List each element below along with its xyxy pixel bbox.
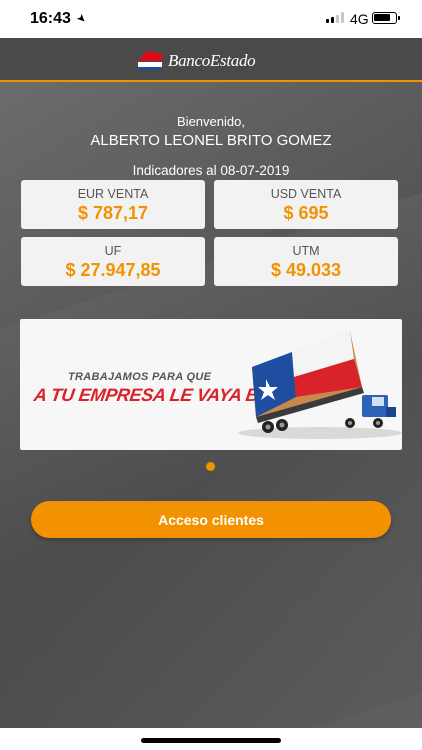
status-time: 16:43 xyxy=(30,10,71,27)
indicator-card-utm: UTM $ 49.033 xyxy=(214,237,398,286)
brand-logo: BancoEstado xyxy=(138,50,256,72)
promo-banner[interactable]: TRABAJAMOS PARA QUE A TU EMPRESA LE VAYA… xyxy=(20,319,402,450)
app-screen: BancoEstado Bienvenido, ALBERTO LEONEL B… xyxy=(0,38,422,728)
indicator-label: UTM xyxy=(292,244,320,258)
indicators-title: Indicadores al 08-07-2019 xyxy=(132,163,290,178)
indicator-value: $ 787,17 xyxy=(77,203,149,223)
truck-illustration xyxy=(238,331,402,439)
user-name: ALBERTO LEONEL BRITO GOMEZ xyxy=(90,132,332,149)
status-bar: 16:43 ➤ 4G xyxy=(0,0,422,38)
indicator-value: $ 695 xyxy=(283,203,329,223)
indicator-card-usd: USD VENTA $ 695 xyxy=(214,180,398,229)
welcome-text: Bienvenido, xyxy=(177,114,245,129)
brand-name: BancoEstado xyxy=(168,51,256,70)
indicator-card-uf: UF $ 27.947,85 xyxy=(21,237,205,286)
indicator-value: $ 49.033 xyxy=(270,260,342,280)
battery-tip xyxy=(398,16,400,20)
indicator-label: EUR VENTA xyxy=(77,187,149,201)
network-type: 4G xyxy=(350,11,369,27)
carousel-dot-active[interactable] xyxy=(206,462,215,471)
home-indicator[interactable] xyxy=(141,738,281,743)
indicator-label: USD VENTA xyxy=(270,187,342,201)
bancoestado-logo-icon xyxy=(138,51,162,71)
location-arrow-icon: ➤ xyxy=(73,11,89,27)
client-access-button[interactable]: Acceso clientes xyxy=(31,501,391,538)
indicator-card-eur: EUR VENTA $ 787,17 xyxy=(21,180,205,229)
indicator-label: UF xyxy=(104,244,122,258)
indicator-value: $ 27.947,85 xyxy=(65,260,161,280)
app-header: BancoEstado xyxy=(0,38,422,82)
cellular-signal-icon xyxy=(326,12,346,23)
battery-icon xyxy=(372,12,397,24)
banner-tagline: TRABAJAMOS PARA QUE xyxy=(68,371,212,383)
